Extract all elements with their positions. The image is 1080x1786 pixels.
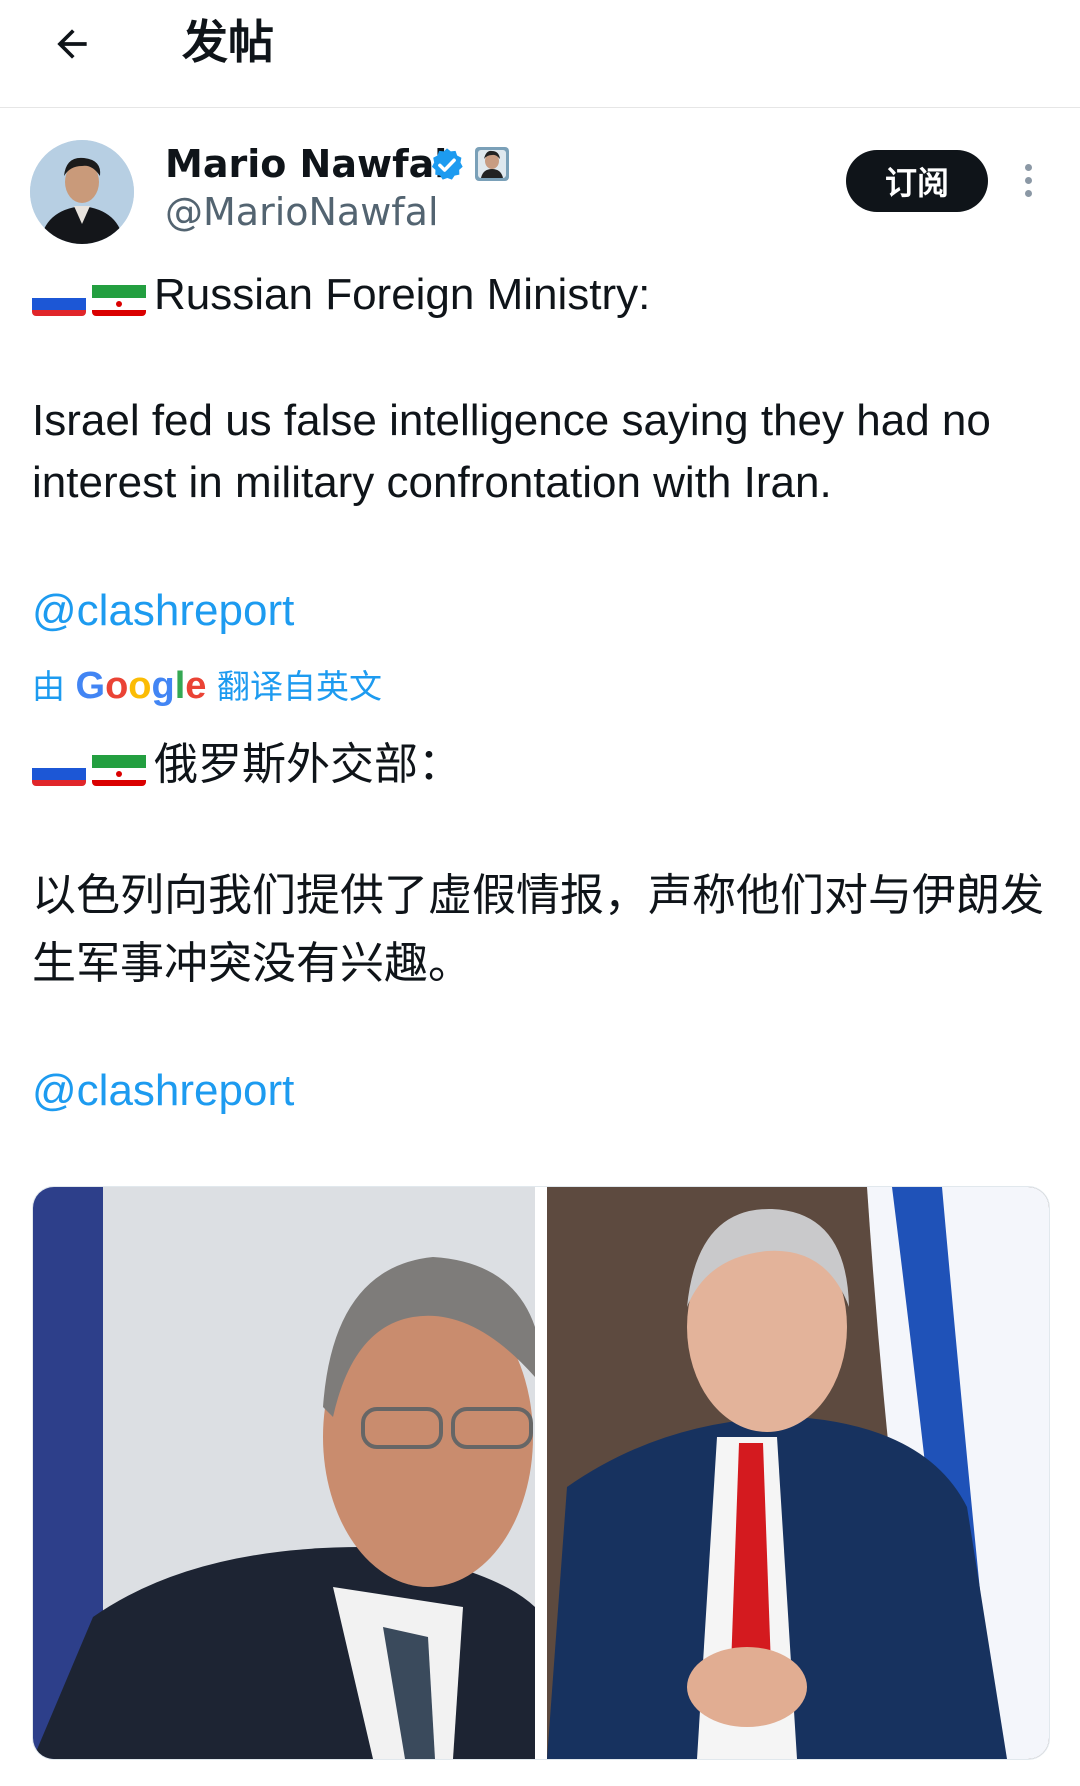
photo-right[interactable]	[547, 1187, 1049, 1759]
avatar[interactable]	[30, 140, 134, 244]
original-mention-link[interactable]: @clashreport	[32, 580, 1052, 642]
translated-body: 以色列向我们提供了虚假情报，声称他们对与伊朗发生军事冲突没有兴趣。	[32, 871, 1044, 988]
top-bar: 发帖	[0, 0, 1080, 108]
translated-heading-line: 俄罗斯外交部：	[32, 734, 1052, 796]
iran-flag-icon	[92, 748, 146, 787]
affiliate-badge-icon	[475, 147, 509, 181]
translation-prefix: 由	[32, 667, 65, 706]
russia-flag-icon	[32, 278, 86, 317]
verified-icon	[431, 148, 463, 180]
google-logo: Google	[75, 665, 207, 707]
page-title: 发帖	[182, 15, 274, 69]
handle[interactable]: @MarioNawfal	[165, 188, 439, 236]
translated-heading: 俄罗斯外交部：	[154, 740, 462, 789]
display-name[interactable]: Mario Nawfal	[165, 140, 447, 188]
media-grid	[32, 1186, 1050, 1760]
translation-attribution[interactable]: 由 Google 翻译自英文	[32, 662, 382, 711]
more-icon[interactable]	[1016, 160, 1040, 204]
photo-left[interactable]	[33, 1187, 535, 1759]
russia-flag-icon	[32, 748, 86, 787]
translated-mention-link[interactable]: @clashreport	[32, 1060, 1052, 1122]
iran-flag-icon	[92, 278, 146, 317]
back-button[interactable]	[40, 12, 104, 76]
original-heading-line: Russian Foreign Ministry:	[32, 264, 1052, 326]
back-arrow-icon	[57, 29, 87, 59]
translation-suffix: 翻译自英文	[216, 667, 382, 706]
original-body: Israel fed us false intelligence saying …	[32, 396, 991, 507]
original-heading: Russian Foreign Ministry:	[154, 270, 651, 319]
subscribe-button[interactable]: 订阅	[846, 150, 988, 212]
